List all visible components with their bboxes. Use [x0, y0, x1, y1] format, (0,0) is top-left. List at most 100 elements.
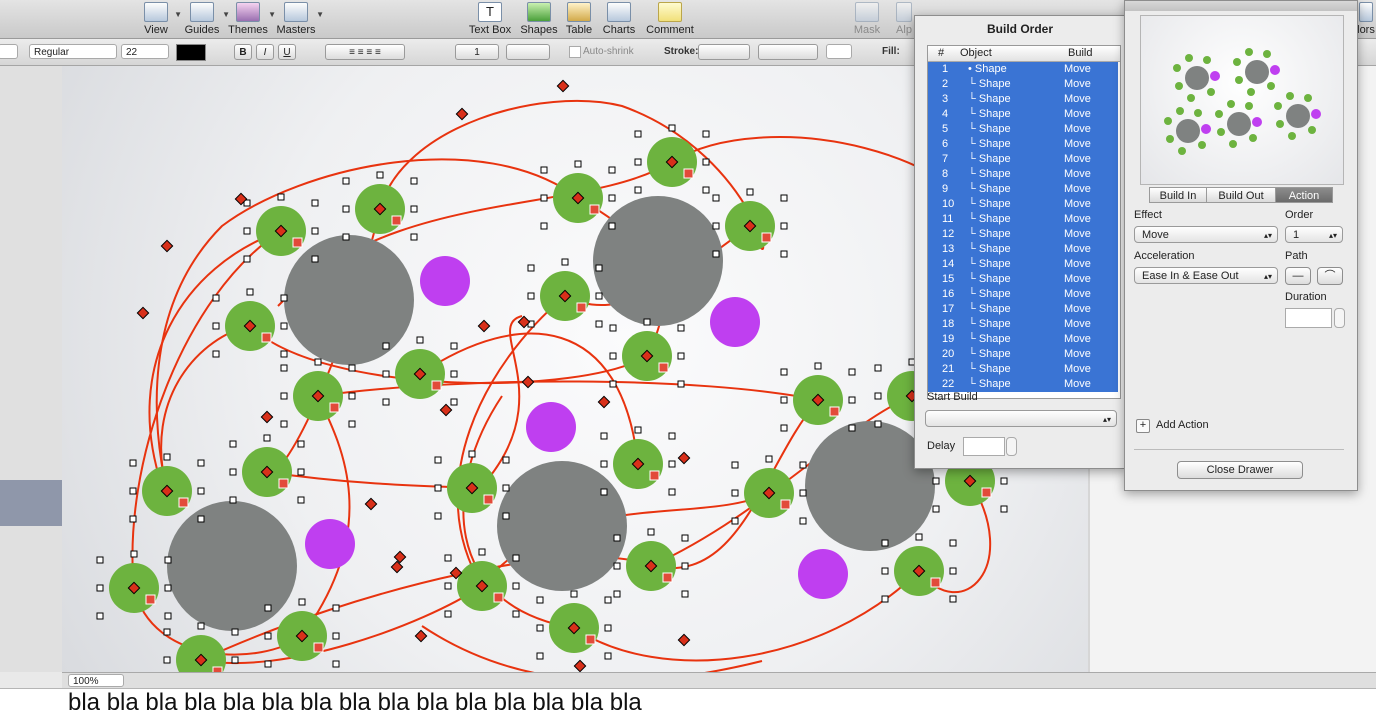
selection-handle[interactable] — [376, 171, 384, 179]
motion-path[interactable] — [160, 325, 251, 492]
selection-handle[interactable] — [712, 194, 720, 202]
selection-handle[interactable] — [536, 652, 544, 660]
bold-button[interactable]: B — [234, 44, 252, 60]
selection-handle[interactable] — [298, 598, 306, 606]
auto-shrink-checkbox[interactable] — [569, 46, 581, 58]
selection-handle[interactable] — [874, 392, 882, 400]
table-button[interactable]: Table — [564, 0, 594, 38]
table-row[interactable]: 17 └ Shape Move — [928, 302, 1118, 317]
selection-handle[interactable] — [600, 488, 608, 496]
path-control-point[interactable] — [364, 497, 378, 511]
selection-handle[interactable] — [702, 158, 710, 166]
selection-handle[interactable] — [643, 318, 651, 326]
selection-handle[interactable] — [677, 380, 685, 388]
selection-handle[interactable] — [848, 396, 856, 404]
selection-handle[interactable] — [949, 539, 957, 547]
selection-handle[interactable] — [342, 233, 350, 241]
selection-handle[interactable] — [881, 595, 889, 603]
selection-handle[interactable] — [647, 528, 655, 536]
add-action-badge-icon[interactable] — [313, 642, 324, 653]
selection-handle[interactable] — [668, 432, 676, 440]
selection-handle[interactable] — [450, 370, 458, 378]
selection-handle[interactable] — [468, 450, 476, 458]
selection-handle[interactable] — [164, 556, 172, 564]
table-row[interactable]: 7 └ Shape Move — [928, 152, 1118, 167]
selection-handle[interactable] — [712, 250, 720, 258]
path-control-point[interactable] — [556, 79, 570, 93]
stroke-style-select[interactable] — [698, 44, 750, 60]
table-row[interactable]: 6 └ Shape Move — [928, 137, 1118, 152]
path-control-point[interactable] — [477, 319, 491, 333]
selection-handle[interactable] — [502, 456, 510, 464]
selection-handle[interactable] — [382, 398, 390, 406]
selection-handle[interactable] — [382, 370, 390, 378]
selected-slide-thumbnail[interactable] — [0, 480, 62, 526]
path-control-point[interactable] — [160, 239, 174, 253]
slide-navigator[interactable] — [0, 66, 63, 672]
selection-handle[interactable] — [342, 205, 350, 213]
inspector-tabs[interactable] — [1125, 1, 1357, 11]
path-control-point[interactable] — [136, 306, 150, 320]
path-control-point[interactable] — [260, 410, 274, 424]
selection-handle[interactable] — [668, 124, 676, 132]
table-row[interactable]: 5 └ Shape Move — [928, 122, 1118, 137]
selection-handle[interactable] — [280, 322, 288, 330]
presenter-notes[interactable]: bla bla bla bla bla bla bla bla bla bla … — [0, 688, 1376, 727]
selection-handle[interactable] — [314, 358, 322, 366]
selection-handle[interactable] — [263, 434, 271, 442]
selection-handle[interactable] — [348, 420, 356, 428]
selection-handle[interactable] — [1000, 505, 1008, 513]
path-control-point[interactable] — [455, 107, 469, 121]
selection-handle[interactable] — [512, 554, 520, 562]
motion-path[interactable] — [573, 570, 920, 662]
add-action-badge-icon[interactable] — [829, 406, 840, 417]
add-action-badge-icon[interactable] — [178, 497, 189, 508]
gray-circle[interactable] — [497, 461, 627, 591]
selection-handle[interactable] — [677, 352, 685, 360]
selection-handle[interactable] — [595, 320, 603, 328]
selection-handle[interactable] — [702, 186, 710, 194]
selection-handle[interactable] — [311, 199, 319, 207]
selection-handle[interactable] — [731, 489, 739, 497]
selection-handle[interactable] — [608, 194, 616, 202]
add-action-badge-icon[interactable] — [329, 402, 340, 413]
selection-handle[interactable] — [780, 250, 788, 258]
path-control-point[interactable] — [414, 629, 428, 643]
mask-button[interactable]: Mask — [852, 0, 882, 38]
add-action-badge-icon[interactable] — [278, 478, 289, 489]
effect-select[interactable]: Move ▴▾ — [1134, 226, 1278, 243]
tab-action[interactable]: Action — [1275, 187, 1333, 203]
selection-handle[interactable] — [197, 515, 205, 523]
selection-handle[interactable] — [416, 336, 424, 344]
selection-handle[interactable] — [814, 362, 822, 370]
selection-handle[interactable] — [450, 398, 458, 406]
selection-handle[interactable] — [746, 188, 754, 196]
selection-handle[interactable] — [197, 459, 205, 467]
charts-button[interactable]: Charts — [600, 0, 638, 38]
selection-handle[interactable] — [342, 177, 350, 185]
selection-handle[interactable] — [512, 610, 520, 618]
selection-handle[interactable] — [163, 453, 171, 461]
table-row[interactable]: 4 └ Shape Move — [928, 107, 1118, 122]
selection-handle[interactable] — [280, 392, 288, 400]
selection-handle[interactable] — [608, 222, 616, 230]
curved-path-button[interactable]: ⌒ — [1317, 267, 1343, 285]
gray-circle[interactable] — [167, 501, 297, 631]
font-style-select[interactable]: Regular — [29, 44, 117, 59]
add-action-badge-icon[interactable] — [649, 470, 660, 481]
selection-handle[interactable] — [609, 352, 617, 360]
selection-handle[interactable] — [765, 455, 773, 463]
table-row[interactable]: 18 └ Shape Move — [928, 317, 1118, 332]
table-row[interactable]: 11 └ Shape Move — [928, 212, 1118, 227]
add-action-badge-icon[interactable] — [145, 594, 156, 605]
selection-handle[interactable] — [130, 550, 138, 558]
selection-handle[interactable] — [311, 227, 319, 235]
guides-button[interactable]: Guides ▼ — [182, 0, 230, 38]
selection-handle[interactable] — [444, 610, 452, 618]
selection-handle[interactable] — [536, 596, 544, 604]
selection-handle[interactable] — [297, 496, 305, 504]
selection-handle[interactable] — [780, 368, 788, 376]
table-row[interactable]: 15 └ Shape Move — [928, 272, 1118, 287]
table-row[interactable]: 13 └ Shape Move — [928, 242, 1118, 257]
path-control-point[interactable] — [521, 375, 535, 389]
